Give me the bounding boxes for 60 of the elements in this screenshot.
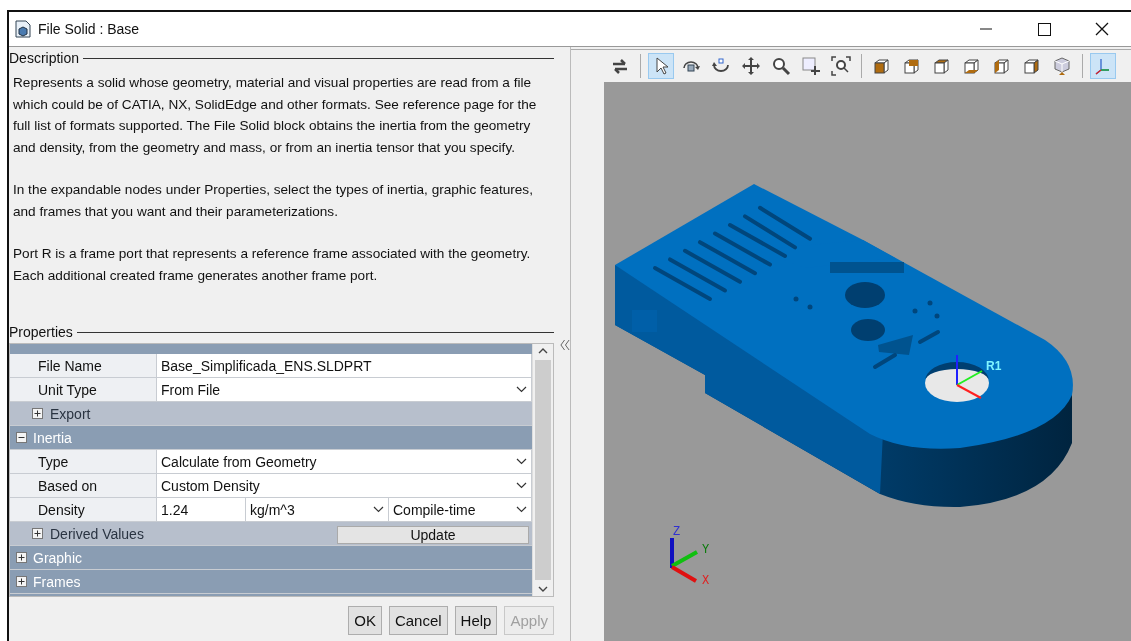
description-paragraph: In the expandable nodes under Properties, select the types of inertia, graphic features, and frames that you want and their parameterizations. bbox=[13, 181, 534, 221]
text-field[interactable]: 1.24 bbox=[157, 498, 246, 521]
window-title: File Solid : Base bbox=[38, 21, 141, 37]
expand-icon[interactable] bbox=[32, 408, 43, 419]
zoom-icon bbox=[771, 56, 791, 76]
caret-icon bbox=[516, 458, 527, 465]
collapse-icon[interactable] bbox=[16, 432, 27, 443]
axis-label: Z bbox=[673, 525, 681, 539]
expand-icon[interactable] bbox=[16, 552, 27, 563]
property-label: Unit Type bbox=[10, 378, 157, 401]
toolbar-button[interactable] bbox=[828, 53, 854, 79]
3d-viewport[interactable]: R1 Z Y X bbox=[604, 82, 1131, 641]
fit-icon bbox=[831, 56, 851, 76]
update-button[interactable]: Update bbox=[337, 525, 529, 544]
dropdown[interactable]: Custom Density bbox=[157, 474, 532, 497]
dropdown[interactable]: Compile-time bbox=[389, 498, 532, 521]
maximize-icon bbox=[1037, 22, 1051, 36]
dialog-button[interactable]: Cancel bbox=[388, 605, 448, 635]
axis-label: Y bbox=[702, 543, 710, 557]
expand-icon[interactable] bbox=[32, 528, 43, 539]
description-paragraph: Port R is a frame port that represents a reference frame associated with the geometry. Each additional created frame generates another frame port. bbox=[13, 245, 532, 285]
dropdown[interactable]: From File bbox=[157, 378, 532, 401]
cube-icon bbox=[962, 56, 982, 76]
cube-icon bbox=[902, 56, 922, 76]
description-paragraph: Represents a solid whose geometry, material and visual properties are read from a file which could be of CATIA, NX, SolidEdge and other formats. See reference page for the full list of formats supported. The File Solid block obtains the inertia from the geometry and density, from the geometry and mass, or from an inertia tensor that you specify. bbox=[13, 74, 538, 157]
scrollbar[interactable] bbox=[532, 344, 553, 596]
property-label: Density bbox=[10, 498, 157, 521]
cube-icon bbox=[1022, 56, 1042, 76]
dialog-button[interactable]: OK bbox=[348, 605, 382, 635]
dialog-button[interactable]: Help bbox=[454, 605, 498, 635]
subgroup-header[interactable]: Derived Values Update bbox=[10, 522, 532, 545]
dropdown[interactable]: Calculate from Geometry bbox=[157, 450, 532, 473]
frame-label: R1 bbox=[986, 359, 1002, 373]
section-heading: Properties bbox=[9, 324, 74, 340]
caret-icon bbox=[373, 506, 384, 513]
property-label: Based on bbox=[10, 474, 157, 497]
frame-axes-icon bbox=[956, 354, 983, 399]
expand-icon[interactable] bbox=[16, 576, 27, 587]
zoom-box-icon bbox=[801, 56, 821, 76]
iso-cube-icon bbox=[1052, 56, 1072, 76]
property-label: File Name bbox=[10, 354, 157, 377]
document-icon bbox=[15, 20, 31, 38]
pan-icon bbox=[741, 56, 761, 76]
caret-icon bbox=[516, 482, 527, 489]
minimize-icon bbox=[980, 28, 992, 30]
swap-arrows-icon bbox=[610, 56, 630, 76]
text-field[interactable]: Base_Simplificada_ENS.SLDPRT bbox=[157, 354, 532, 377]
cube-icon bbox=[872, 56, 892, 76]
cube-icon bbox=[992, 56, 1012, 76]
dropdown[interactable]: kg/m^3 bbox=[246, 498, 389, 521]
toolbar-button[interactable] bbox=[648, 53, 674, 79]
caret-icon bbox=[516, 386, 527, 393]
caret-icon bbox=[516, 506, 527, 513]
cube-icon bbox=[932, 56, 952, 76]
property-label: Type bbox=[10, 450, 157, 473]
close-icon bbox=[1095, 22, 1109, 36]
axis-label: X bbox=[702, 574, 710, 588]
subgroup-header[interactable]: Export bbox=[10, 402, 532, 425]
section-heading: Description bbox=[9, 50, 81, 66]
axis-triad-icon bbox=[670, 538, 698, 583]
